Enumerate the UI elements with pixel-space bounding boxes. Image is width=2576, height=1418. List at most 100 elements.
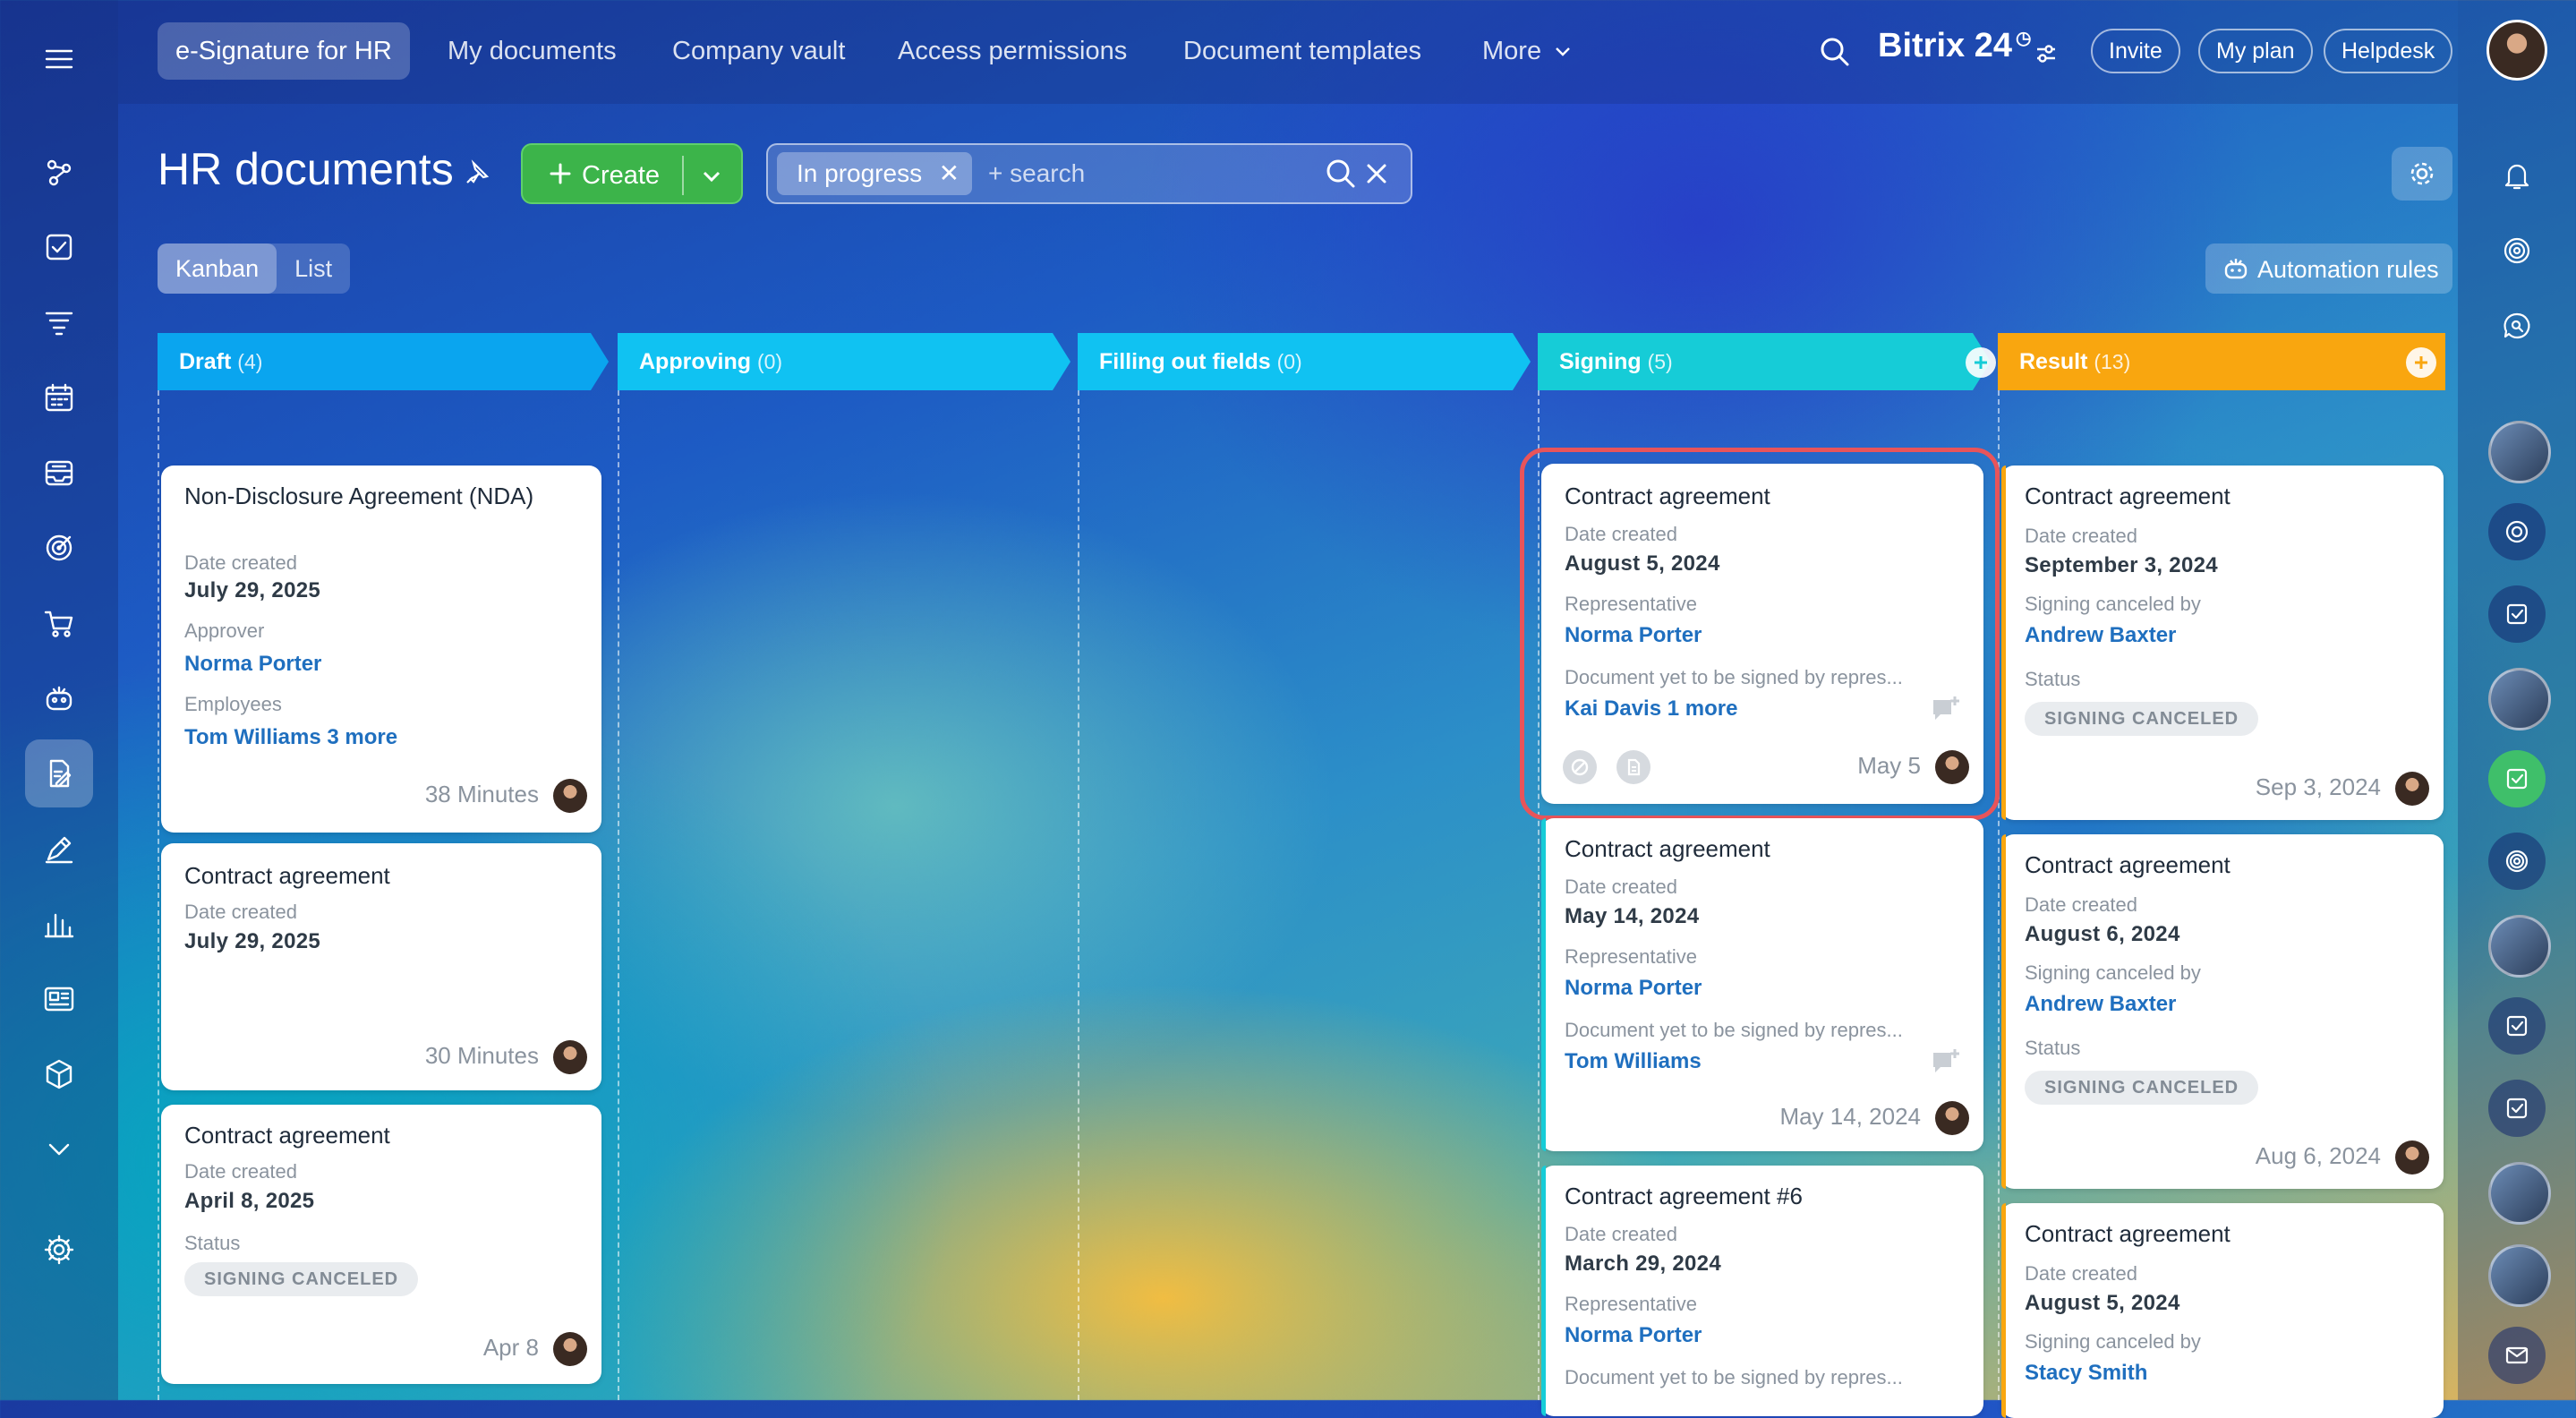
kanban-card[interactable]: Contract agreement Date created August 6… xyxy=(2001,834,2444,1189)
user-link[interactable]: Norma Porter xyxy=(1565,976,1702,1001)
avatar[interactable] xyxy=(553,779,587,813)
avatar[interactable] xyxy=(553,1040,587,1074)
card-title[interactable]: Contract agreement xyxy=(2025,482,2231,510)
comment-add-icon[interactable] xyxy=(1930,1046,1962,1078)
contact-avatar[interactable] xyxy=(2488,421,2551,483)
automation-rules-button[interactable]: Automation rules xyxy=(2205,243,2452,294)
tab-access-permissions[interactable]: Access permissions xyxy=(880,22,1145,80)
chat-search-icon[interactable] xyxy=(2488,297,2546,354)
user-link[interactable]: Tom Williams 3 more xyxy=(184,725,397,750)
user-avatar[interactable] xyxy=(2486,20,2547,81)
card-title[interactable]: Contract agreement xyxy=(184,861,390,890)
column-header-signing[interactable]: Signing (5) xyxy=(1538,333,1991,390)
kanban-card[interactable]: Non-Disclosure Agreement (NDA) Date crea… xyxy=(161,466,601,833)
funnel-icon[interactable] xyxy=(25,288,93,356)
crm-icon[interactable] xyxy=(25,138,93,206)
pin-icon[interactable] xyxy=(464,159,490,186)
invite-button[interactable]: Invite xyxy=(2091,29,2180,73)
user-link[interactable]: Andrew Baxter xyxy=(2025,623,2176,648)
tab-document-templates[interactable]: Document templates xyxy=(1165,22,1439,80)
task-chat-icon[interactable] xyxy=(2488,585,2546,643)
card-title[interactable]: Contract agreement xyxy=(1565,482,1770,510)
inbox-icon[interactable] xyxy=(25,439,93,507)
user-link[interactable]: Stacy Smith xyxy=(2025,1361,2147,1386)
mail-icon[interactable] xyxy=(2488,1327,2546,1384)
column-header-approving[interactable]: Approving (0) xyxy=(618,333,1070,390)
user-link[interactable]: Kai Davis 1 more xyxy=(1565,696,1737,722)
analytics-icon[interactable] xyxy=(25,890,93,958)
tab-more[interactable]: More xyxy=(1464,22,1586,80)
copilot-chat-icon[interactable] xyxy=(2488,503,2546,560)
card-title[interactable]: Contract agreement xyxy=(2025,850,2231,879)
e-signature-icon[interactable] xyxy=(25,739,93,807)
cart-icon[interactable] xyxy=(25,589,93,657)
add-card-button[interactable] xyxy=(2406,347,2436,378)
chevron-down-icon[interactable] xyxy=(25,1115,93,1183)
tab-my-documents[interactable]: My documents xyxy=(430,22,635,80)
fingerprint-icon[interactable] xyxy=(2488,833,2546,890)
avatar[interactable] xyxy=(1935,1101,1969,1135)
comment-add-icon[interactable] xyxy=(1930,693,1962,725)
avatar[interactable] xyxy=(553,1332,587,1366)
task-chat-icon[interactable] xyxy=(2488,997,2546,1055)
filters-icon[interactable] xyxy=(2034,41,2059,66)
column-header-draft[interactable]: Draft (4) xyxy=(158,333,609,390)
gear-icon[interactable] xyxy=(25,1216,93,1284)
document-icon[interactable] xyxy=(1616,750,1651,784)
user-link[interactable]: Norma Porter xyxy=(184,652,321,677)
clear-icon[interactable] xyxy=(1361,158,1393,190)
chevron-down-icon[interactable] xyxy=(698,163,725,190)
user-link[interactable]: Andrew Baxter xyxy=(2025,992,2176,1017)
tab-company-vault[interactable]: Company vault xyxy=(654,22,863,80)
menu-icon[interactable] xyxy=(25,25,93,93)
kanban-card[interactable]: Contract agreement #6 Date created March… xyxy=(1541,1166,1983,1416)
add-card-button[interactable] xyxy=(1966,347,1996,378)
search-icon[interactable] xyxy=(1819,36,1851,68)
bitrix24-logo[interactable]: Bitrix 24 ◷ xyxy=(1878,27,2031,65)
close-icon[interactable]: ✕ xyxy=(939,152,960,195)
sign-pen-icon[interactable] xyxy=(25,815,93,883)
task-chat-icon[interactable] xyxy=(2488,750,2546,807)
contact-avatar[interactable] xyxy=(2488,668,2551,730)
user-link[interactable]: Norma Porter xyxy=(1565,623,1702,648)
card-title[interactable]: Contract agreement xyxy=(1565,834,1770,863)
create-button[interactable]: Create xyxy=(521,143,743,204)
card-title[interactable]: Contract agreement xyxy=(184,1121,390,1149)
group-avatar[interactable] xyxy=(2488,1162,2551,1225)
filter-search-box[interactable]: In progress ✕ + search xyxy=(766,143,1412,204)
bell-icon[interactable] xyxy=(2488,147,2546,204)
filter-tag-in-progress[interactable]: In progress ✕ xyxy=(777,152,973,195)
settings-button[interactable] xyxy=(2392,147,2452,201)
kanban-card-highlighted[interactable]: Contract agreement Date created August 5… xyxy=(1541,464,1983,804)
kanban-card[interactable]: Contract agreement Date created April 8,… xyxy=(161,1105,601,1384)
kanban-card[interactable]: Contract agreement Date created July 29,… xyxy=(161,843,601,1090)
target-icon[interactable] xyxy=(25,514,93,582)
copilot-icon[interactable] xyxy=(2488,222,2546,279)
view-kanban[interactable]: Kanban xyxy=(158,243,277,294)
my-plan-button[interactable]: My plan xyxy=(2198,29,2313,73)
avatar[interactable] xyxy=(2395,772,2429,806)
robot-icon[interactable] xyxy=(25,664,93,732)
user-link[interactable]: Tom Williams xyxy=(1565,1049,1702,1074)
tab-e-signature-for-hr[interactable]: e-Signature for HR xyxy=(158,22,410,80)
avatar[interactable] xyxy=(1935,750,1969,784)
card-title[interactable]: Contract agreement #6 xyxy=(1565,1182,1803,1210)
avatar[interactable] xyxy=(2395,1140,2429,1175)
search-icon[interactable] xyxy=(1325,158,1357,190)
contact-avatar[interactable] xyxy=(2488,1244,2551,1307)
kanban-card[interactable]: Contract agreement Date created August 5… xyxy=(2001,1203,2444,1418)
package-icon[interactable] xyxy=(25,1040,93,1108)
card-title[interactable]: Contract agreement xyxy=(2025,1219,2231,1248)
search-input[interactable]: + search xyxy=(988,159,1085,188)
kanban-card[interactable]: Contract agreement Date created Septembe… xyxy=(2001,466,2444,820)
column-header-filling-out-fields[interactable]: Filling out fields (0) xyxy=(1078,333,1531,390)
block-icon[interactable] xyxy=(1563,750,1597,784)
helpdesk-button[interactable]: Helpdesk xyxy=(2324,29,2453,73)
view-list[interactable]: List xyxy=(277,243,350,294)
user-link[interactable]: Norma Porter xyxy=(1565,1323,1702,1348)
contact-avatar[interactable] xyxy=(2488,915,2551,978)
tasks-icon[interactable] xyxy=(25,213,93,281)
card-title[interactable]: Non-Disclosure Agreement (NDA) xyxy=(184,482,560,510)
kanban-card[interactable]: Contract agreement Date created May 14, … xyxy=(1541,818,1983,1151)
task-chat-icon[interactable] xyxy=(2488,1080,2546,1137)
